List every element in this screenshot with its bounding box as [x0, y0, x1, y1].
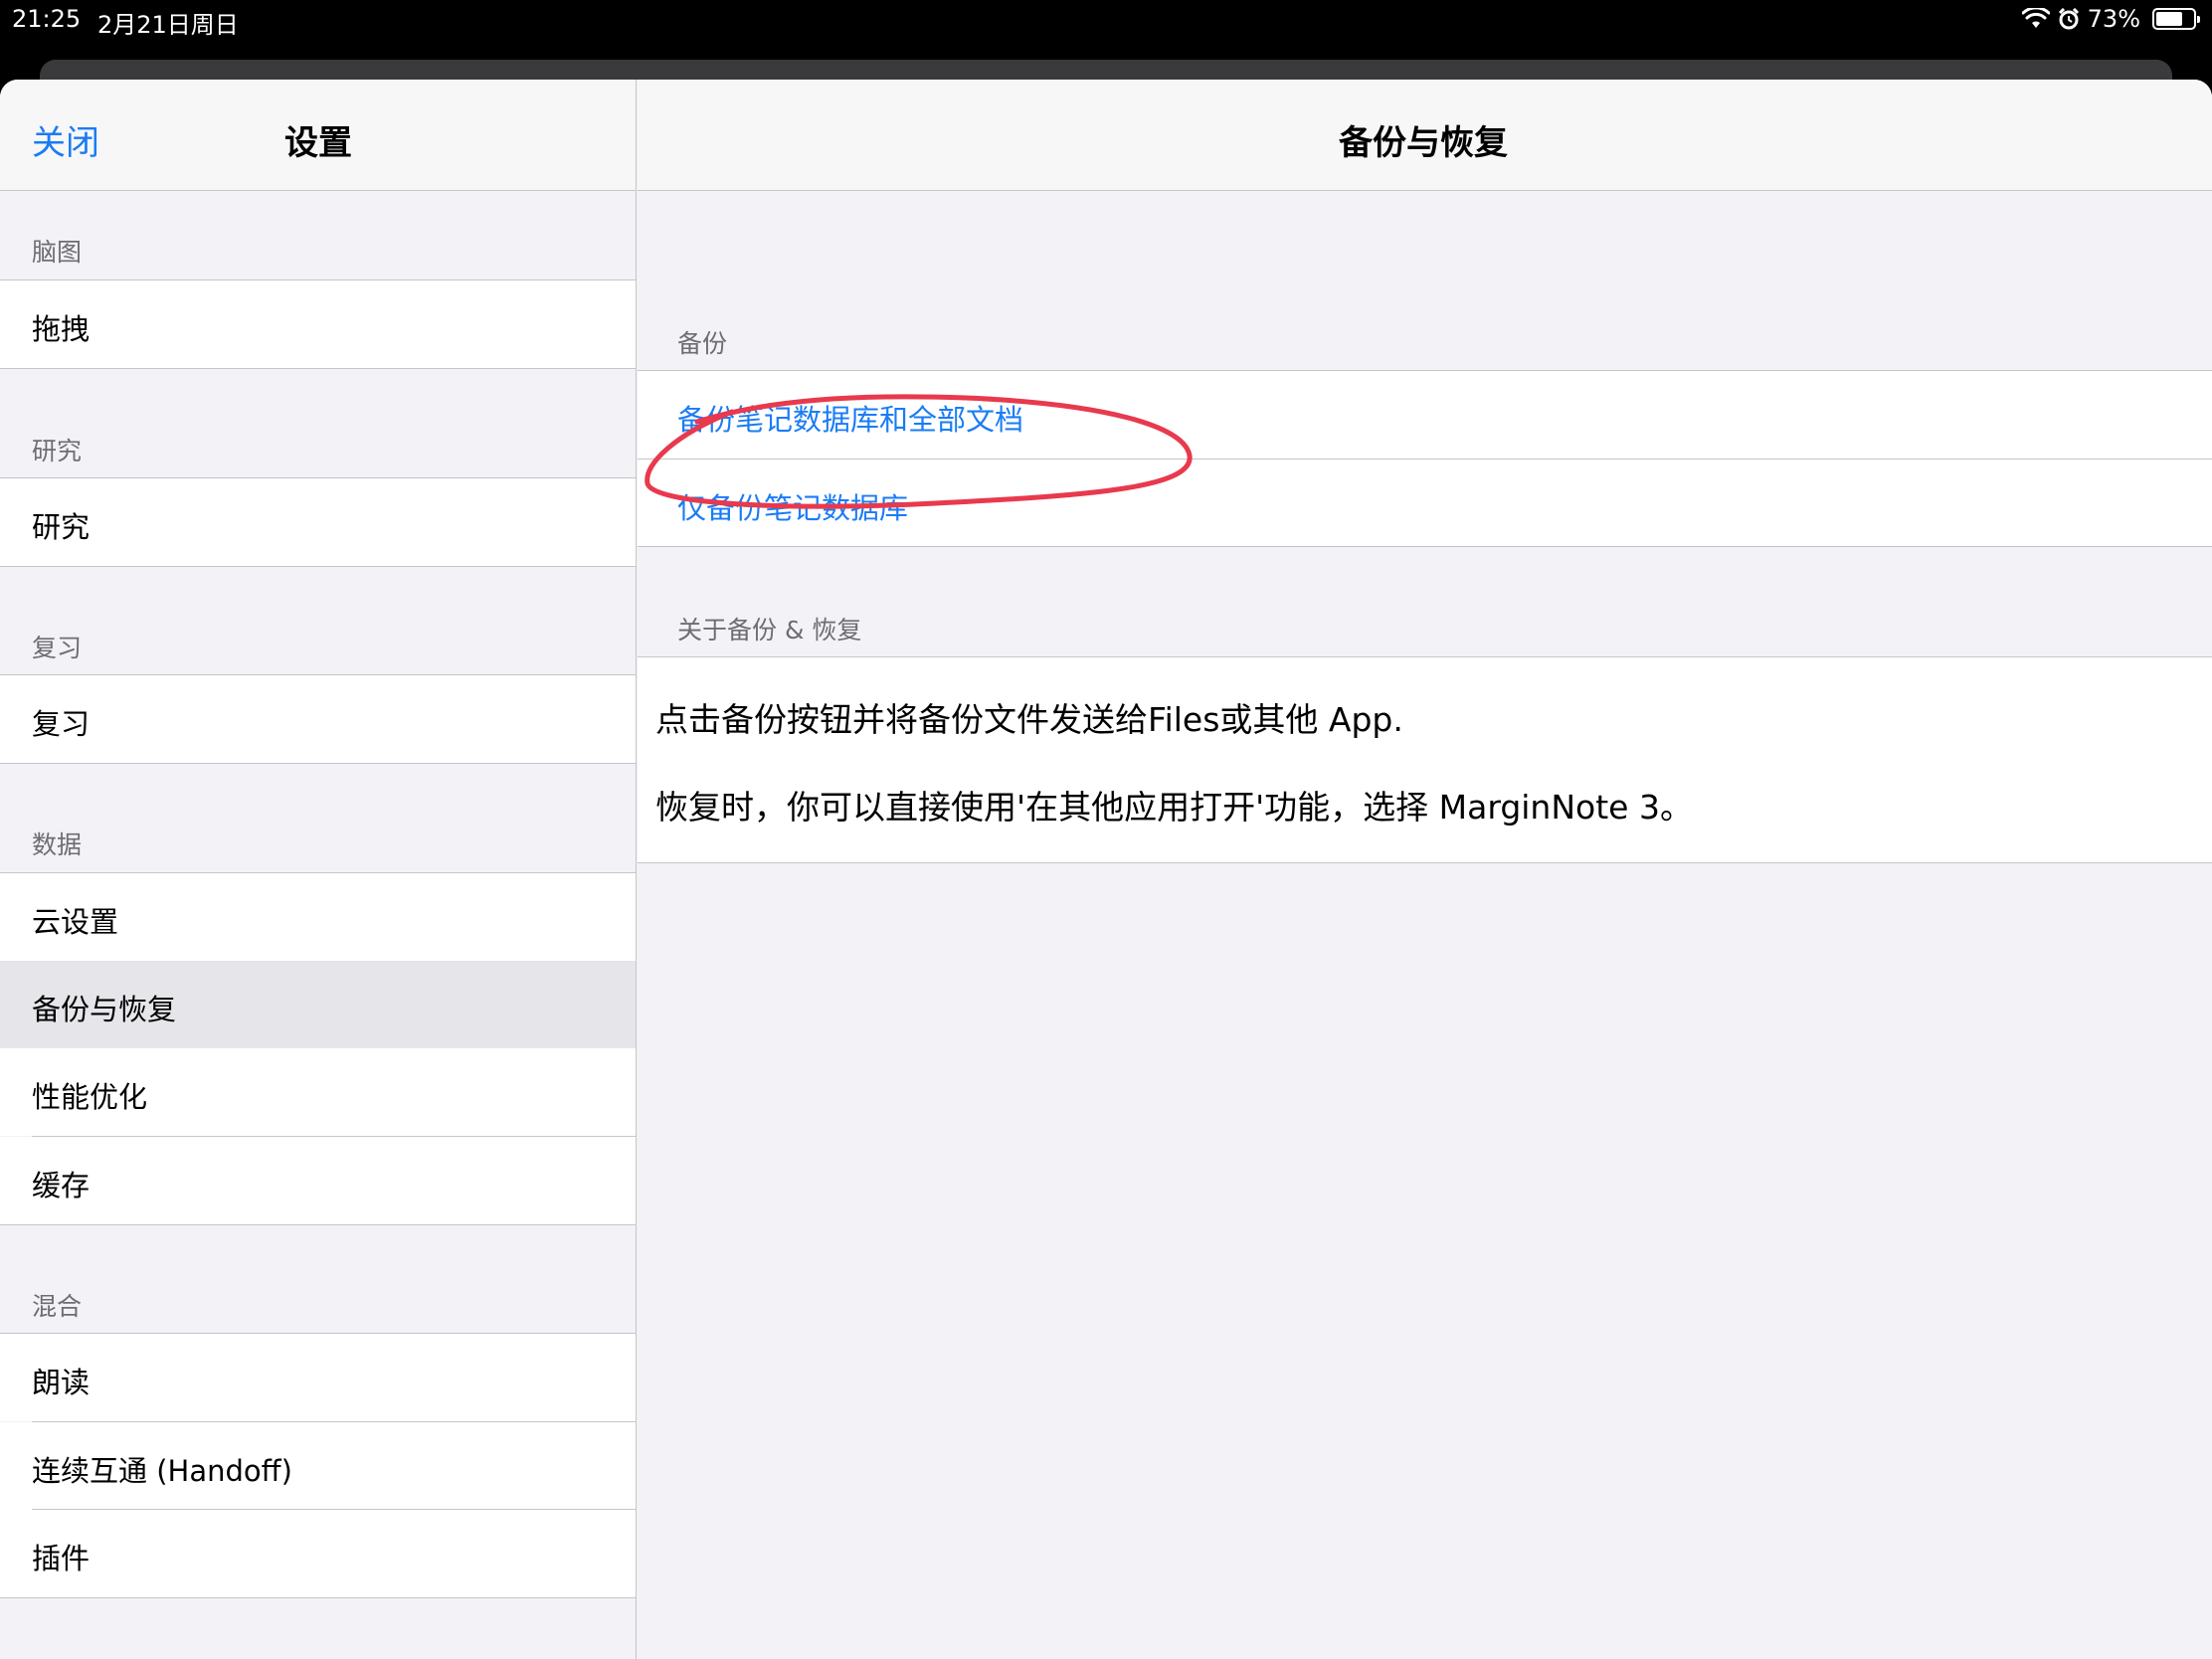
- sidebar-item-label: 拖拽: [32, 312, 91, 346]
- sidebar-item-label: 备份与恢复: [32, 993, 177, 1026]
- about-section-header: 关于备份 & 恢复: [677, 616, 862, 645]
- sidebar-item-label: 复习: [32, 707, 91, 741]
- sidebar-item-drag[interactable]: 拖拽: [0, 280, 636, 368]
- sidebar-item-review[interactable]: 复习: [0, 675, 636, 763]
- sidebar-item-label: 云设置: [32, 905, 119, 939]
- status-date: 2月21日周日: [97, 11, 239, 39]
- section-header: 研究: [32, 437, 83, 465]
- status-bar: 21:25 2月21日周日 73%: [0, 0, 2212, 40]
- red-circle-annotation: [645, 394, 1193, 509]
- status-time: 21:25: [12, 5, 82, 33]
- sidebar-item-handoff[interactable]: 连续互通 (Handoff): [0, 1422, 636, 1510]
- sidebar-item-label: 缓存: [32, 1169, 91, 1202]
- about-line: 点击备份按钮并将备份文件发送给Files或其他 App.: [655, 700, 1403, 739]
- battery-percent: 73%: [2087, 5, 2140, 33]
- backup-all-button[interactable]: 备份笔记数据库和全部文档: [638, 371, 2212, 459]
- sidebar-item-research[interactable]: 研究: [0, 478, 636, 566]
- status-right: 73%: [2021, 5, 2200, 33]
- section-header: 混合: [32, 1292, 83, 1321]
- sidebar-item-label: 性能优化: [32, 1080, 148, 1114]
- section-header: 复习: [32, 634, 83, 662]
- sidebar-item-label: 插件: [32, 1542, 91, 1575]
- sidebar-item-plugins[interactable]: 插件: [0, 1510, 636, 1597]
- sidebar-title: 设置: [284, 123, 352, 163]
- sidebar-item-label: 朗读: [32, 1366, 91, 1399]
- battery-icon: [2152, 8, 2200, 30]
- backup-database-only-label: 仅备份笔记数据库: [677, 491, 909, 525]
- sidebar-item-backup-restore[interactable]: 备份与恢复: [0, 961, 636, 1048]
- about-text-box: 点击备份按钮并将备份文件发送给Files或其他 App. 恢复时，你可以直接使用…: [638, 656, 2212, 863]
- sidebar-item-performance[interactable]: 性能优化: [0, 1048, 636, 1136]
- section-header: 数据: [32, 830, 83, 859]
- backup-database-only-button[interactable]: 仅备份笔记数据库: [638, 460, 2212, 547]
- detail-navbar: 备份与恢复: [638, 80, 2212, 191]
- wifi-icon: [2021, 8, 2050, 28]
- backup-all-label: 备份笔记数据库和全部文档: [677, 403, 1024, 437]
- sidebar: 关闭 设置 脑图 拖拽 研究 研究 复习 复习 数据 云设置 备份与恢复 性能优…: [0, 80, 637, 1659]
- sidebar-item-cloud-settings[interactable]: 云设置: [0, 873, 636, 961]
- close-button[interactable]: 关闭: [32, 115, 99, 164]
- sidebar-navbar: 关闭 设置: [0, 80, 636, 191]
- about-line: 恢复时，你可以直接使用'在其他应用打开'功能，选择 MarginNote 3。: [655, 788, 1693, 827]
- sidebar-item-label: 连续互通 (Handoff): [32, 1454, 292, 1488]
- sidebar-item-cache[interactable]: 缓存: [0, 1137, 636, 1224]
- backup-section-header: 备份: [677, 329, 728, 358]
- detail-title: 备份与恢复: [1339, 123, 1508, 163]
- settings-sheet: 关闭 设置 脑图 拖拽 研究 研究 复习 复习 数据 云设置 备份与恢复 性能优…: [0, 80, 2212, 1659]
- sidebar-item-label: 研究: [32, 510, 91, 544]
- sidebar-item-read-aloud[interactable]: 朗读: [0, 1334, 636, 1421]
- section-header: 脑图: [32, 238, 83, 267]
- detail-pane: 备份与恢复 备份 备份笔记数据库和全部文档 仅备份笔记数据库 关于备份 & 恢复…: [638, 80, 2212, 1659]
- alarm-icon: [2058, 8, 2079, 30]
